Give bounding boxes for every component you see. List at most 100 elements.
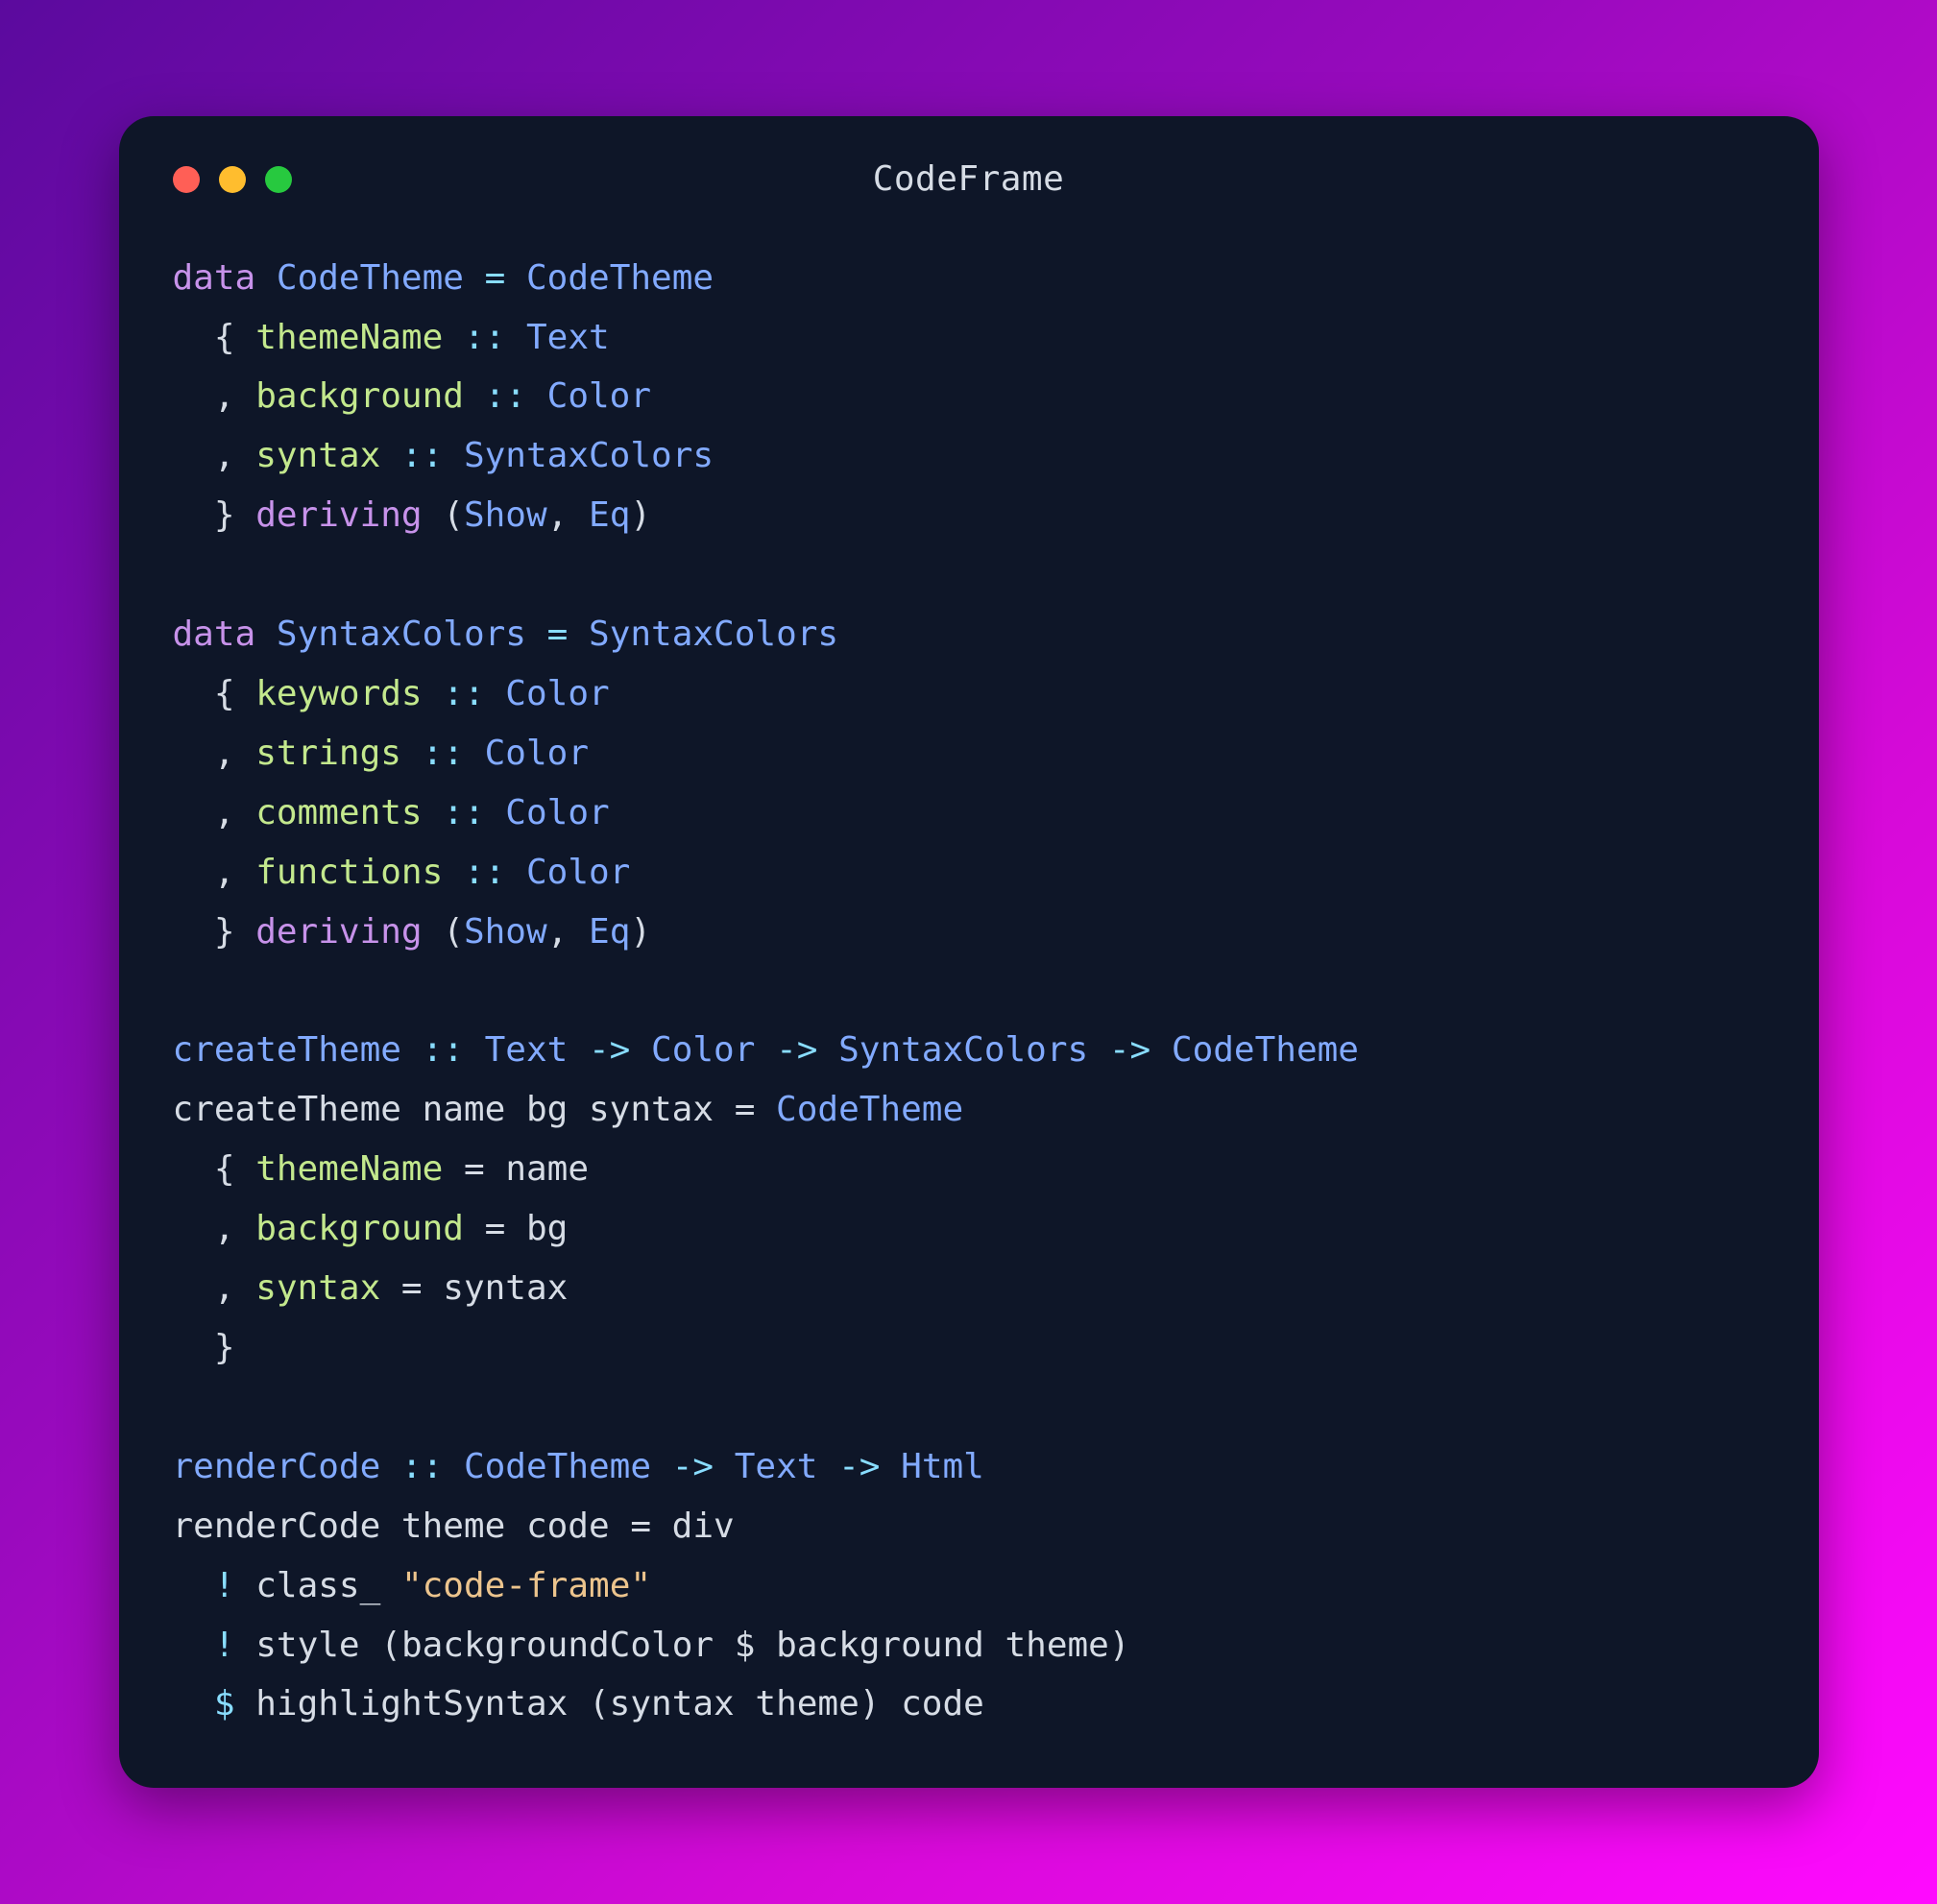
code-block: data CodeTheme = CodeTheme { themeName :… xyxy=(173,249,1765,1735)
code-text: createTheme name bg syntax = xyxy=(173,1090,777,1129)
equals: = xyxy=(380,1268,443,1308)
close-icon[interactable] xyxy=(173,166,200,193)
type: Show xyxy=(464,495,547,535)
string-quote: " xyxy=(401,1566,423,1605)
code-text: renderCode theme code = div xyxy=(173,1506,735,1546)
type: Color xyxy=(547,376,651,416)
comma: , xyxy=(547,912,589,952)
operator: :: xyxy=(443,853,526,892)
operator: = xyxy=(464,258,526,298)
comma: , xyxy=(173,376,256,416)
string-quote: " xyxy=(630,1566,651,1605)
field: syntax xyxy=(255,1268,380,1308)
paren: ( xyxy=(423,495,464,535)
type: Color xyxy=(505,793,609,832)
comma: , xyxy=(173,853,256,892)
indent xyxy=(173,1566,214,1605)
titlebar: CodeFrame xyxy=(173,157,1765,203)
brace: } xyxy=(173,1328,235,1367)
type: Color xyxy=(651,1030,755,1070)
field: strings xyxy=(255,734,401,773)
operator: = xyxy=(526,615,589,654)
minimize-icon[interactable] xyxy=(219,166,246,193)
bang: ! xyxy=(214,1626,235,1665)
code-window: CodeFrame data CodeTheme = CodeTheme { t… xyxy=(119,116,1819,1789)
code-text: style (backgroundColor $ background them… xyxy=(235,1626,1130,1665)
paren: ) xyxy=(630,495,651,535)
field: background xyxy=(255,1209,464,1248)
field: themeName xyxy=(255,1149,443,1189)
type: CodeTheme xyxy=(526,258,714,298)
value: bg xyxy=(526,1209,568,1248)
type: Eq xyxy=(589,495,630,535)
arrow: -> xyxy=(817,1447,901,1486)
function-name: renderCode xyxy=(173,1447,381,1486)
brace: } xyxy=(173,495,256,535)
keyword: deriving xyxy=(255,912,422,952)
field: functions xyxy=(255,853,443,892)
type: CodeTheme xyxy=(1172,1030,1359,1070)
type: Text xyxy=(526,318,610,357)
arrow: -> xyxy=(1088,1030,1172,1070)
field: syntax xyxy=(255,436,380,475)
comma: , xyxy=(173,436,256,475)
type: Color xyxy=(505,674,609,713)
traffic-lights xyxy=(173,166,292,193)
operator: :: xyxy=(380,436,464,475)
brace: { xyxy=(173,674,256,713)
operator: :: xyxy=(423,793,506,832)
comma: , xyxy=(173,1209,256,1248)
keyword: deriving xyxy=(255,495,422,535)
brace: { xyxy=(173,318,256,357)
keyword: data xyxy=(173,615,256,654)
indent xyxy=(173,1684,214,1723)
arrow: -> xyxy=(651,1447,735,1486)
type: CodeTheme xyxy=(277,258,464,298)
paren: ( xyxy=(423,912,464,952)
comma: , xyxy=(173,734,256,773)
operator: :: xyxy=(401,1030,485,1070)
type: SyntaxColors xyxy=(838,1030,1088,1070)
operator: :: xyxy=(380,1447,464,1486)
field: keywords xyxy=(255,674,422,713)
bang: ! xyxy=(214,1566,235,1605)
type: Text xyxy=(485,1030,569,1070)
type: Show xyxy=(464,912,547,952)
field: themeName xyxy=(255,318,443,357)
type: SyntaxColors xyxy=(464,436,714,475)
comma: , xyxy=(173,793,256,832)
type: Color xyxy=(526,853,630,892)
indent xyxy=(173,1626,214,1665)
type: Text xyxy=(735,1447,818,1486)
type: Color xyxy=(485,734,589,773)
field: comments xyxy=(255,793,422,832)
maximize-icon[interactable] xyxy=(265,166,292,193)
operator: :: xyxy=(401,734,485,773)
brace: } xyxy=(173,912,256,952)
equals: = xyxy=(464,1209,526,1248)
code-text: class_ xyxy=(235,1566,401,1605)
operator: :: xyxy=(464,376,547,416)
paren: ) xyxy=(630,912,651,952)
type: Eq xyxy=(589,912,630,952)
string: code-frame xyxy=(423,1566,631,1605)
comma: , xyxy=(547,495,589,535)
arrow: -> xyxy=(568,1030,651,1070)
arrow: -> xyxy=(755,1030,838,1070)
code-text: highlightSyntax (syntax theme) code xyxy=(235,1684,984,1723)
value: syntax xyxy=(443,1268,568,1308)
type: Html xyxy=(901,1447,984,1486)
type: CodeTheme xyxy=(776,1090,963,1129)
type: CodeTheme xyxy=(464,1447,651,1486)
operator: :: xyxy=(423,674,506,713)
keyword: data xyxy=(173,258,256,298)
operator: :: xyxy=(443,318,526,357)
type: SyntaxColors xyxy=(589,615,838,654)
value: name xyxy=(505,1149,589,1189)
dollar: $ xyxy=(214,1684,235,1723)
field: background xyxy=(255,376,464,416)
type: SyntaxColors xyxy=(277,615,526,654)
equals: = xyxy=(443,1149,505,1189)
window-title: CodeFrame xyxy=(173,159,1765,199)
brace: { xyxy=(173,1149,256,1189)
